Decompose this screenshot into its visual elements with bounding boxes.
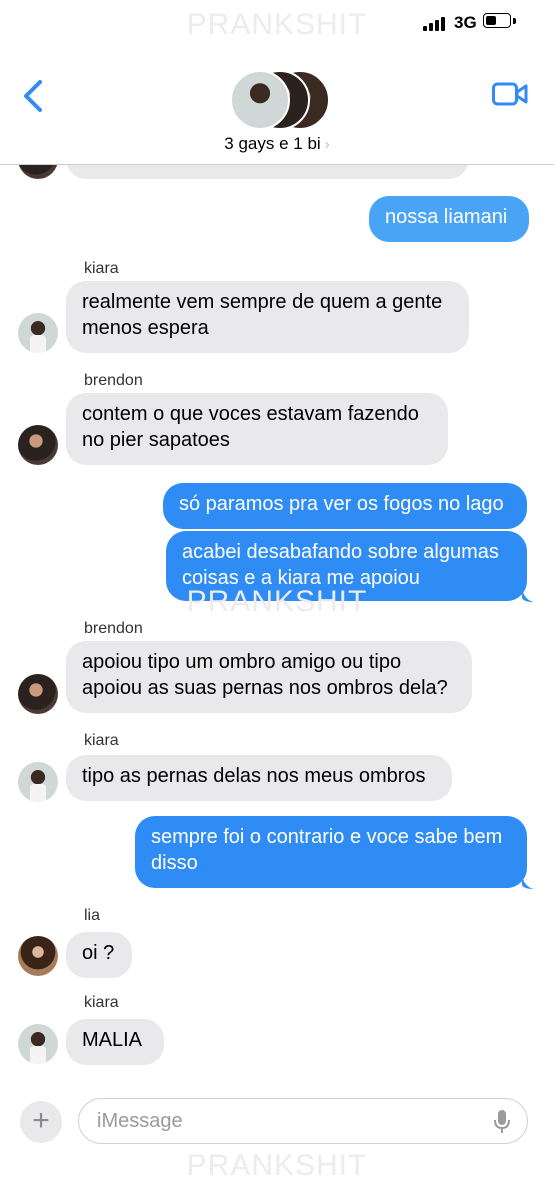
message-text-line: apoiou as suas pernas nos ombros dela?	[82, 677, 448, 699]
avatar-kiara	[18, 762, 58, 802]
sender-name: kiara	[84, 994, 119, 1011]
message-bubble-partial[interactable]	[66, 165, 469, 179]
battery-cap	[513, 18, 516, 24]
group-avatar[interactable]	[230, 70, 330, 130]
message-text-line: acabei desabafando sobre algumas	[182, 541, 499, 563]
message-text-line: no pier sapatoes	[82, 429, 230, 451]
message-bubble-in[interactable]: contem o que voces estavam fazendo no pi…	[66, 393, 448, 465]
signal-strength-icon	[423, 15, 445, 31]
message-text-line: apoiou tipo um ombro amigo ou tipo	[82, 651, 402, 673]
message-bubble-out[interactable]: nossa liamani	[369, 196, 529, 242]
sender-name: brendon	[84, 620, 143, 637]
message-text: oi ?	[82, 942, 115, 964]
message-text-line: menos espera	[82, 317, 209, 339]
network-type: 3G	[454, 13, 477, 32]
message-text: tipo as pernas delas nos meus ombros	[82, 765, 426, 787]
message-text: nossa liamani	[385, 206, 508, 228]
avatar-brendon	[18, 165, 58, 179]
message-text: só paramos pra ver os fogos no lago	[179, 493, 504, 515]
message-text: MALIA	[82, 1029, 143, 1051]
microphone-icon[interactable]	[493, 1109, 511, 1135]
group-avatar-photo-1	[230, 70, 290, 130]
bubble-tail	[522, 875, 534, 889]
message-bubble-in[interactable]: realmente vem sempre de quem a gente men…	[66, 281, 469, 353]
message-bubble-out[interactable]: sempre foi o contrario e voce sabe bem d…	[135, 816, 527, 888]
message-list[interactable]: nossa liamani kiara realmente vem sempre…	[0, 165, 554, 1085]
imessage-input[interactable]: iMessage	[78, 1098, 528, 1144]
message-bubble-in[interactable]: oi ?	[66, 932, 132, 978]
message-text-line: disso	[151, 852, 198, 874]
compose-bar: + iMessage	[0, 1096, 554, 1148]
avatar-brendon	[18, 674, 58, 714]
message-text-line: realmente vem sempre de quem a gente	[82, 291, 443, 313]
message-text-line: sempre foi o contrario e voce sabe bem	[151, 826, 503, 848]
chat-header: 3 gays e 1 bi ›	[0, 46, 554, 165]
group-name-label: 3 gays e 1 bi	[224, 134, 321, 153]
sender-name: brendon	[84, 372, 143, 389]
group-name[interactable]: 3 gays e 1 bi ›	[0, 134, 554, 154]
sender-name: kiara	[84, 732, 119, 749]
plus-icon[interactable]: +	[20, 1101, 62, 1143]
back-chevron-icon[interactable]	[20, 78, 46, 114]
video-camera-icon[interactable]	[492, 82, 528, 106]
avatar-kiara	[18, 313, 58, 353]
avatar-kiara	[18, 1024, 58, 1064]
avatar-lia	[18, 936, 58, 976]
message-text-line: contem o que voces estavam fazendo	[82, 403, 419, 425]
message-bubble-in[interactable]: MALIA	[66, 1019, 164, 1065]
battery-icon	[483, 13, 511, 28]
message-bubble-in[interactable]: tipo as pernas delas nos meus ombros	[66, 755, 452, 801]
avatar-brendon	[18, 425, 58, 465]
sender-name: lia	[84, 907, 101, 924]
watermark-middle: PRANKSHIT	[186, 585, 368, 618]
message-bubble-out[interactable]: só paramos pra ver os fogos no lago	[163, 483, 527, 529]
sender-name: kiara	[84, 260, 119, 277]
group-info-chevron-icon: ›	[324, 136, 330, 153]
message-bubble-in[interactable]: apoiou tipo um ombro amigo ou tipo apoio…	[66, 641, 472, 713]
status-bar: 3G	[0, 0, 554, 46]
watermark-bottom: PRANKSHIT	[186, 1149, 368, 1182]
